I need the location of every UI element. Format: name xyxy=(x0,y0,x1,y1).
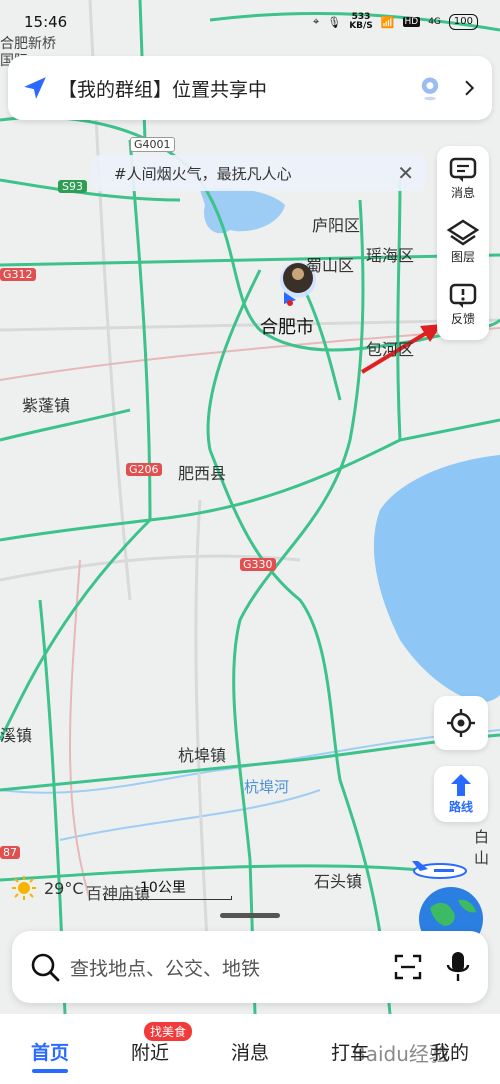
topic-banner[interactable]: #人间烟火气，最抚凡人心 ✕ xyxy=(92,155,426,191)
tool-label: 图层 xyxy=(450,250,475,264)
close-icon[interactable]: ✕ xyxy=(397,161,414,185)
map-scale-bar xyxy=(104,896,232,900)
wifi-icon: 📶 xyxy=(380,15,395,29)
share-bar-title: 【我的群组】位置共享中 xyxy=(58,78,268,101)
road-shield: G4001 xyxy=(130,137,175,152)
tool-feedback[interactable]: 反馈 xyxy=(437,282,489,327)
place-label: 石头镇 xyxy=(314,872,363,891)
search-input[interactable]: 查找地点、公交、地铁 xyxy=(70,954,394,981)
status-time: 15:46 xyxy=(24,13,68,31)
search-bar[interactable]: 查找地点、公交、地铁 xyxy=(12,931,488,1003)
tool-label: 消息 xyxy=(450,186,475,200)
sun-icon xyxy=(12,876,36,900)
side-toolbar: 消息 图层 反馈 xyxy=(437,146,489,340)
network-type: 4G xyxy=(428,17,441,27)
watermark: Baidu经验 xyxy=(352,1042,449,1066)
tab-messages[interactable]: 消息 xyxy=(200,1014,300,1084)
location-pin-icon xyxy=(421,77,439,101)
route-button[interactable]: 路线 xyxy=(434,766,488,822)
place-label: 合肥市 xyxy=(260,317,314,338)
topic-text: #人间烟火气，最抚凡人心 xyxy=(114,164,292,183)
food-badge: 找美食 xyxy=(144,1022,193,1041)
tool-message[interactable]: 消息 xyxy=(437,156,489,201)
globe-icon[interactable] xyxy=(418,886,484,934)
place-label: 庐阳区 xyxy=(312,216,361,235)
road-shield: G206 xyxy=(126,463,162,476)
place-label: 杭埠河 xyxy=(244,778,290,796)
battery-icon: 100 xyxy=(448,14,478,30)
route-label: 路线 xyxy=(448,800,473,814)
place-label: 肥西县 xyxy=(178,464,227,483)
place-label: 白山 xyxy=(474,828,490,867)
navigation-arrow-icon xyxy=(24,77,46,99)
message-icon xyxy=(449,157,477,182)
place-label: 杭埠镇 xyxy=(178,746,227,765)
search-icon xyxy=(31,953,60,982)
tool-layers[interactable]: 图层 xyxy=(437,218,489,265)
road-shield: G330 xyxy=(240,558,276,571)
crosshair-icon xyxy=(447,709,475,737)
feedback-icon xyxy=(449,283,477,308)
network-speed-unit: KB/S xyxy=(349,21,373,31)
chevron-right-icon[interactable] xyxy=(460,79,478,97)
road-shield: 87 xyxy=(0,846,20,859)
place-label: 紫蓬镇 xyxy=(22,396,71,415)
location-share-bar[interactable]: 【我的群组】位置共享中 xyxy=(8,56,492,120)
layers-icon xyxy=(446,219,480,246)
mic-status-icon: 🎙 xyxy=(327,15,342,29)
microphone-icon[interactable] xyxy=(446,951,470,983)
tab-home[interactable]: 首页 xyxy=(0,1014,100,1084)
weather-widget[interactable]: 29°C xyxy=(12,876,84,900)
scan-icon[interactable] xyxy=(394,953,422,981)
active-tab-indicator xyxy=(32,1069,68,1073)
place-label: 蜀山区 xyxy=(306,256,355,275)
location-status-icon: ⌖ xyxy=(313,15,320,28)
status-bar: 15:46 ⌖ 🎙 533 KB/S 📶 HD 4G 100 xyxy=(0,0,500,44)
airplane-icon[interactable] xyxy=(410,856,468,886)
road-shield: S93 xyxy=(58,180,87,193)
hd-badge: HD xyxy=(402,17,421,27)
place-label: 溪镇 xyxy=(0,726,33,745)
temperature: 29°C xyxy=(44,878,84,898)
place-label: 包河区 xyxy=(366,340,415,359)
tool-label: 反馈 xyxy=(450,312,475,326)
place-label: 瑶海区 xyxy=(366,246,415,265)
route-arrow-icon xyxy=(451,774,471,796)
drawer-handle[interactable] xyxy=(220,913,280,918)
tab-nearby[interactable]: 找美食 附近 xyxy=(100,1014,200,1084)
map-scale-label: 10公里 xyxy=(140,880,186,896)
road-shield: G312 xyxy=(0,268,36,281)
locate-button[interactable] xyxy=(434,696,488,750)
